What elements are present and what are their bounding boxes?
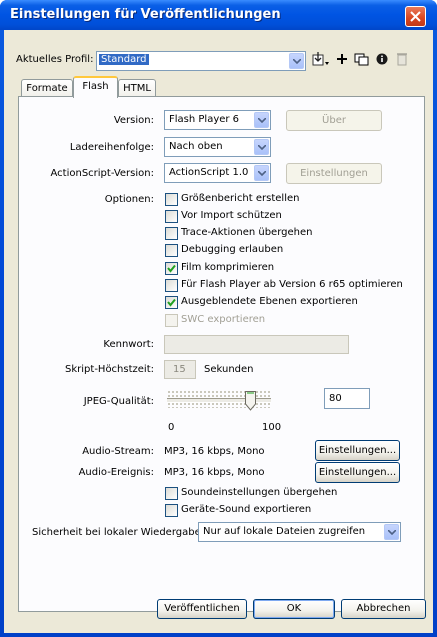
actionscript-settings-button[interactable]: Einstellungen [286, 163, 382, 184]
title-bar[interactable]: Einstellungen für Veröffentlichungen [0, 0, 437, 30]
override-sound-checkbox[interactable] [165, 487, 178, 500]
script-timeout-label: Skript-Höchstzeit: [65, 364, 154, 375]
actionscript-value: ActionScript 1.0 [169, 167, 249, 178]
export-device-sound-checkbox[interactable] [165, 504, 178, 517]
password-label: Kennwort: [103, 339, 154, 350]
option-optimize-fp6-label: Für Flash Player ab Version 6 r65 optimi… [181, 279, 403, 290]
dialog-client: Aktuelles Profil: Standard Formate Flash… [4, 30, 433, 633]
checkmark-icon [167, 264, 176, 273]
close-button[interactable] [405, 6, 426, 27]
jpeg-quality-value: 80 [329, 393, 342, 404]
option-debugging-label: Debugging erlauben [181, 244, 284, 255]
tab-flash[interactable]: Flash [73, 76, 118, 98]
load-order-value: Nach oben [169, 141, 223, 152]
option-export-swc-checkbox[interactable] [165, 314, 178, 327]
profile-label: Aktuelles Profil: [16, 54, 94, 65]
delete-profile-icon[interactable] [392, 50, 412, 68]
audio-event-value: MP3, 16 kbps, Mono [164, 467, 265, 478]
audio-event-settings-button[interactable]: Einstellungen... [315, 462, 400, 483]
version-label: Version: [113, 115, 154, 126]
ok-button[interactable]: OK [253, 599, 335, 619]
local-security-value: Nur auf lokale Dateien zugreifen [203, 526, 366, 537]
chevron-down-icon [384, 524, 399, 540]
cancel-button[interactable]: Abbrechen [341, 599, 426, 619]
local-security-label: Sicherheit bei lokaler Wiedergabe: [32, 527, 205, 538]
publish-button[interactable]: Veröffentlichen [157, 599, 247, 619]
actionscript-select[interactable]: ActionScript 1.0 [164, 163, 271, 183]
option-export-hidden-layers-checkbox[interactable] [165, 296, 178, 309]
load-order-select[interactable]: Nach oben [164, 137, 271, 157]
script-timeout-value: 15 [173, 364, 186, 375]
password-field[interactable] [164, 335, 349, 354]
option-size-report-checkbox[interactable] [165, 193, 178, 206]
audio-stream-settings-button[interactable]: Einstellungen... [315, 440, 400, 461]
option-protect-import-label: Vor Import schützen [181, 210, 282, 221]
add-profile-icon[interactable] [332, 50, 352, 68]
profile-info-icon[interactable] [372, 50, 392, 68]
option-size-report-label: Größenbericht erstellen [181, 193, 300, 204]
profile-select[interactable]: Standard [96, 51, 306, 71]
jpeg-quality-slider[interactable] [164, 388, 276, 412]
script-timeout-unit: Sekunden [204, 364, 254, 375]
slider-thumb[interactable] [244, 391, 256, 411]
script-timeout-field[interactable]: 15 [164, 360, 196, 379]
close-icon [410, 11, 421, 22]
option-export-swc-label: SWC exportieren [181, 314, 266, 325]
version-select[interactable]: Flash Player 6 [164, 110, 271, 130]
option-export-hidden-layers-label: Ausgeblendete Ebenen exportieren [181, 296, 358, 307]
duplicate-profile-icon[interactable] [352, 50, 372, 68]
option-debugging-checkbox[interactable] [165, 244, 178, 257]
load-order-label: Ladereihenfolge: [69, 142, 154, 153]
options-label: Optionen: [104, 194, 154, 205]
jpeg-min-label: 0 [168, 422, 175, 433]
audio-stream-label: Audio-Stream: [82, 446, 154, 457]
window-title: Einstellungen für Veröffentlichungen [10, 7, 281, 22]
jpeg-quality-label: JPEG-Qualität: [83, 396, 154, 407]
import-export-profile-icon[interactable] [310, 50, 330, 68]
local-security-select[interactable]: Nur auf lokale Dateien zugreifen [198, 522, 401, 542]
export-device-sound-label: Geräte-Sound exportieren [181, 504, 312, 515]
option-protect-import-checkbox[interactable] [165, 210, 178, 223]
audio-event-label: Audio-Ereignis: [78, 467, 154, 478]
checkmark-icon [167, 298, 176, 307]
version-value: Flash Player 6 [169, 114, 240, 125]
audio-stream-value: MP3, 16 kbps, Mono [164, 446, 265, 457]
actionscript-label: ActionScript-Version: [50, 168, 155, 179]
jpeg-max-label: 100 [262, 422, 282, 433]
chevron-down-icon [254, 139, 269, 155]
dialog-window: Einstellungen für Veröffentlichungen Akt… [0, 0, 437, 637]
jpeg-quality-input[interactable]: 80 [324, 388, 370, 409]
option-omit-trace-checkbox[interactable] [165, 227, 178, 240]
option-optimize-fp6-checkbox[interactable] [165, 279, 178, 292]
override-sound-label: Soundeinstellungen übergehen [181, 487, 338, 498]
chevron-down-icon [254, 165, 269, 181]
option-compress-movie-checkbox[interactable] [165, 262, 178, 275]
chevron-down-icon [254, 112, 269, 128]
option-omit-trace-label: Trace-Aktionen übergehen [181, 227, 313, 238]
option-compress-movie-label: Film komprimieren [181, 262, 275, 273]
chevron-down-icon [289, 53, 304, 69]
profile-value: Standard [99, 54, 149, 65]
about-button[interactable]: Über [286, 110, 382, 131]
